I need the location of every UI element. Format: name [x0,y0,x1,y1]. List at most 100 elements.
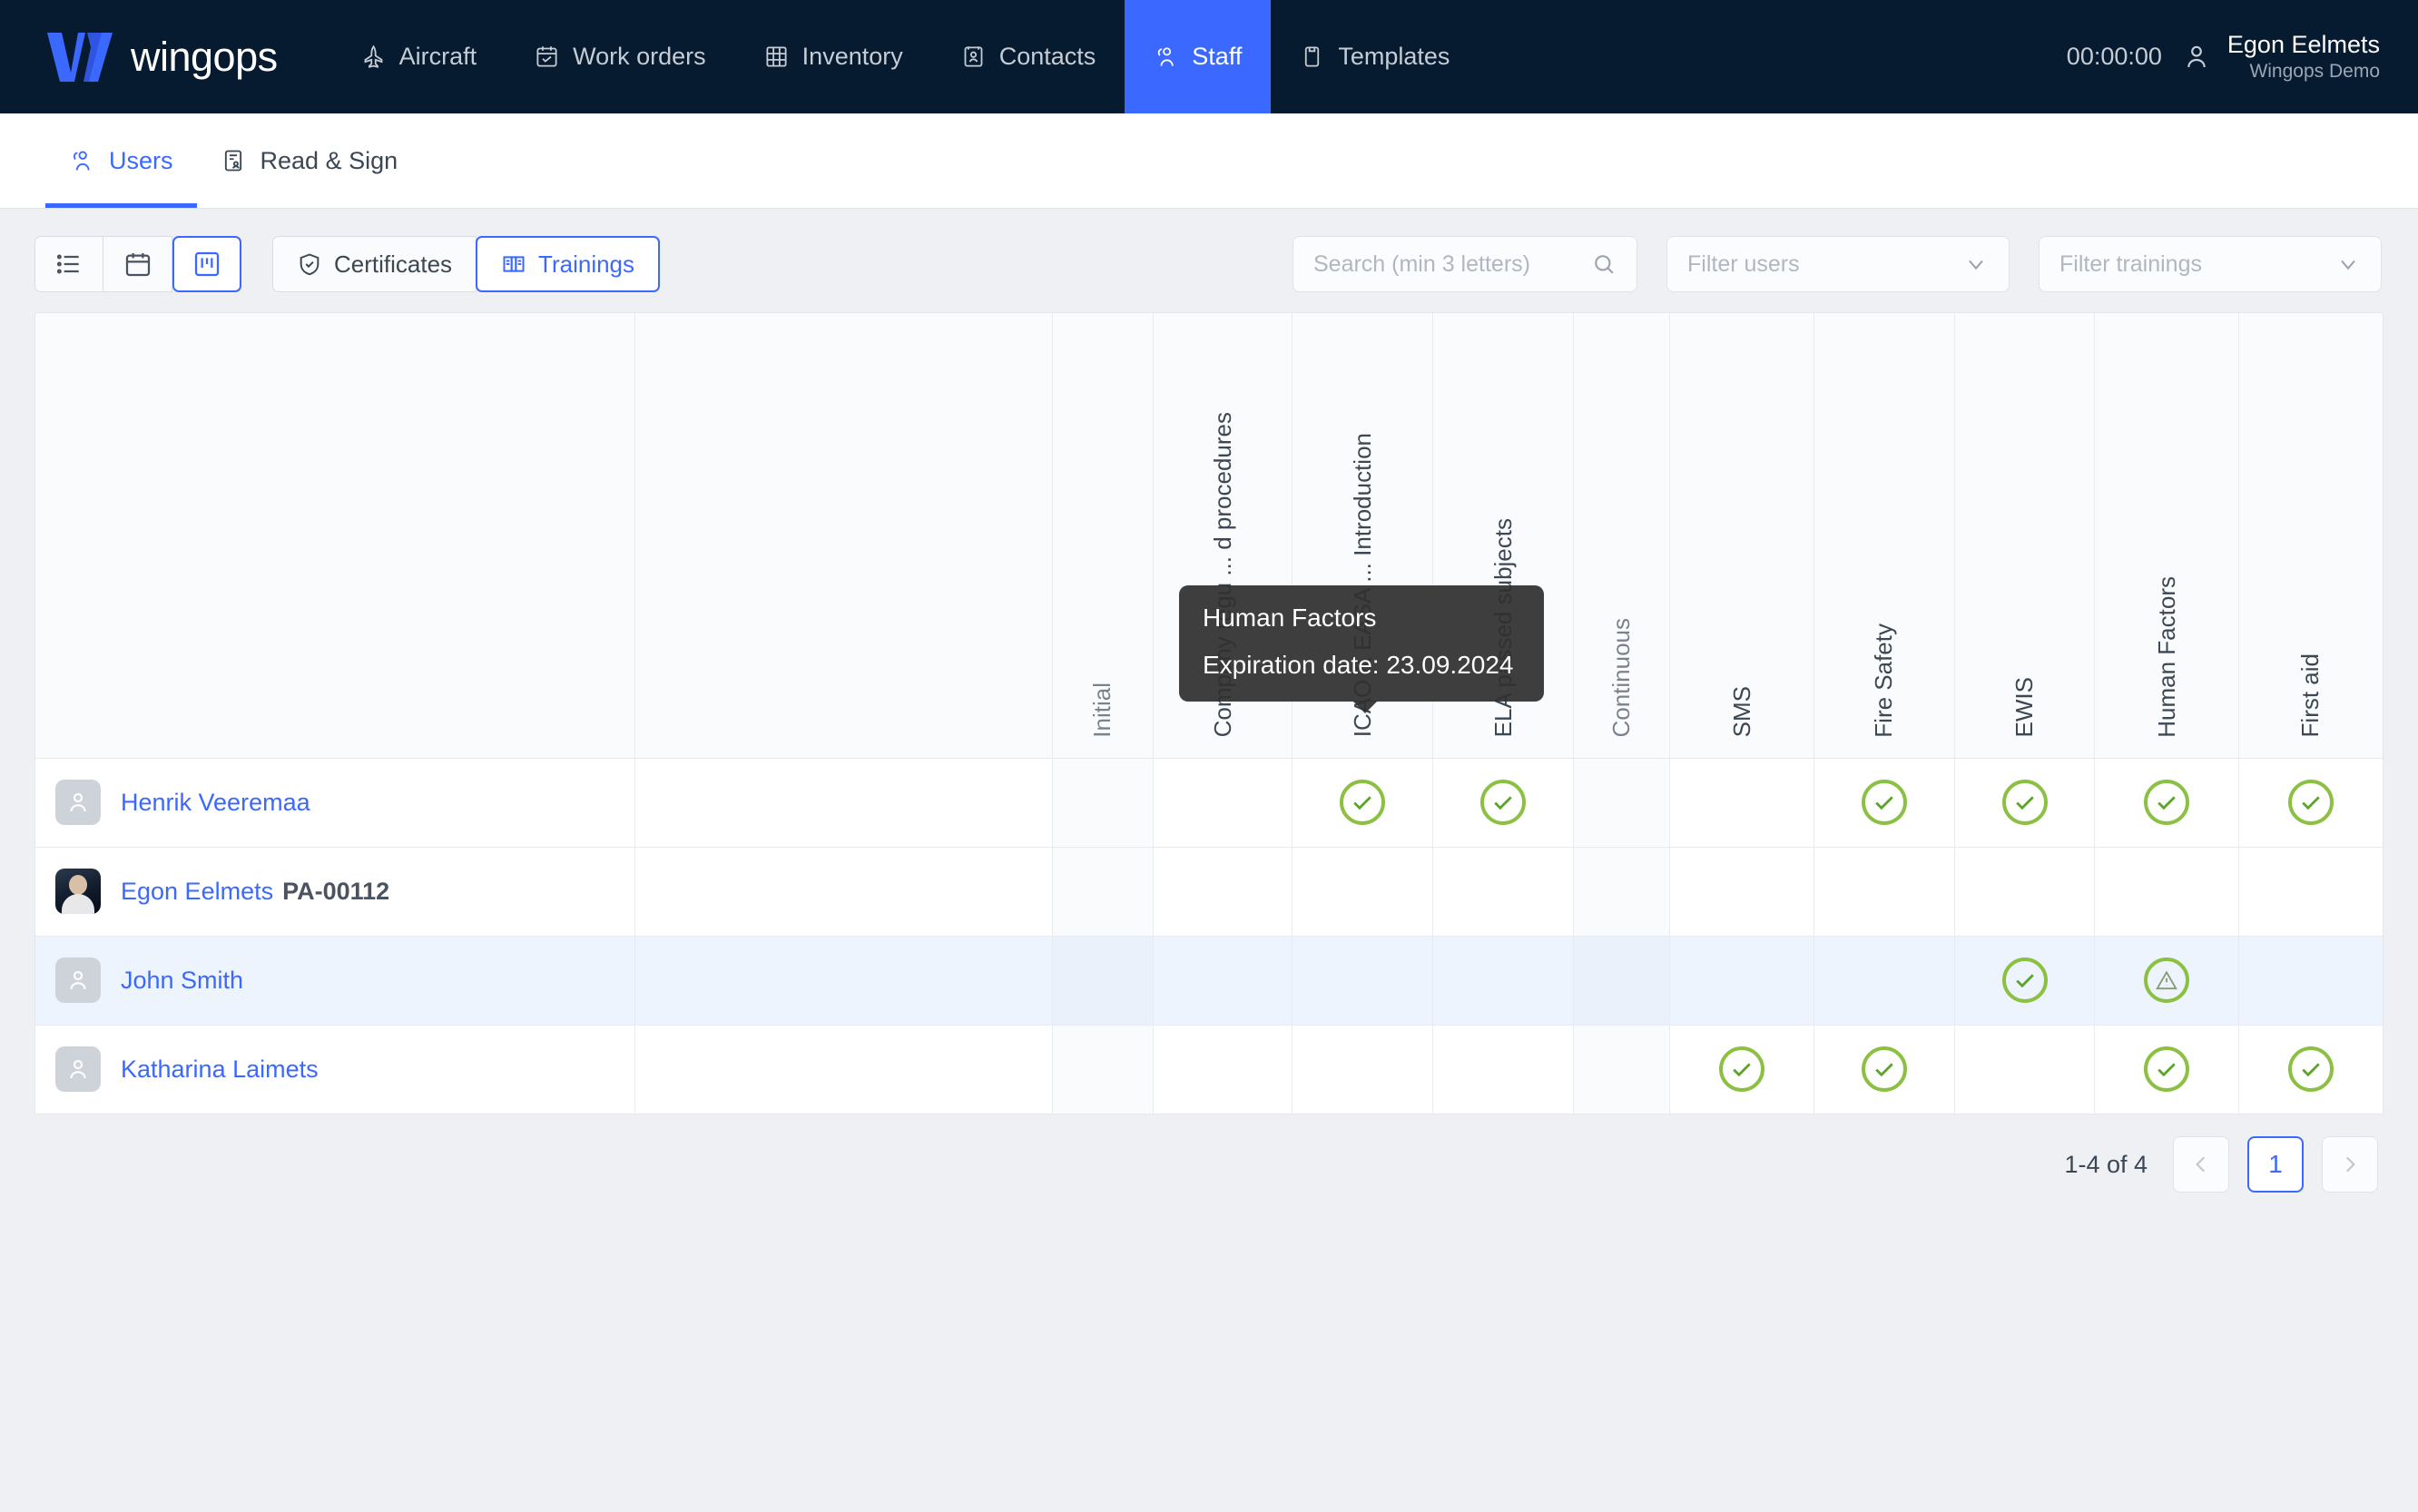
search-input[interactable] [1313,250,1582,278]
status-check-icon[interactable] [2144,780,2190,825]
read-sign-icon [224,150,241,172]
chevron-left-icon [2196,1156,2206,1173]
cell-ewis[interactable] [1954,847,2096,937]
chevron-down-icon[interactable] [1963,251,1989,277]
status-check-icon[interactable] [1480,780,1527,825]
table-row[interactable]: John Smith [35,936,2383,1026]
user-name-link[interactable]: John Smith [121,967,243,994]
cell-human[interactable] [2094,936,2239,1026]
status-check-icon[interactable] [2001,780,2048,825]
table-row[interactable]: Katharina Laimets [35,1025,2383,1114]
cell-continuous [1573,936,1671,1026]
cell-ela[interactable] [1432,847,1575,937]
col-header-fire-safety: Fire Safety [1814,313,1955,759]
filter-trainings-select[interactable]: Filter trainings [2039,236,2382,292]
cell-firstaid[interactable] [2238,1025,2383,1114]
cell-fire[interactable] [1814,847,1955,937]
cell-blank1 [634,758,1053,848]
cell-ela[interactable] [1432,758,1575,848]
status-check-icon[interactable] [2001,957,2048,1003]
user-cell: John Smith [35,936,636,1026]
status-check-icon[interactable] [1861,780,1907,825]
certificates-button[interactable]: Certificates [272,236,477,292]
status-check-icon[interactable] [1861,1046,1907,1093]
nav-item-inventory[interactable]: Inventory [735,0,932,113]
status-check-icon[interactable] [2144,1046,2190,1093]
next-page-button[interactable] [2322,1136,2378,1193]
cell-firstaid[interactable] [2238,758,2383,848]
search-icon[interactable] [1591,251,1617,277]
cell-company[interactable] [1153,758,1293,848]
cell-firstaid[interactable] [2238,847,2383,937]
cell-initial [1052,936,1155,1026]
cell-firstaid[interactable] [2238,936,2383,1026]
tooltip-title: Human Factors [1203,604,1377,632]
board-view-button[interactable] [172,236,241,292]
cell-icao[interactable] [1292,1025,1434,1114]
calendar-view-button[interactable] [103,236,172,292]
cell-sms[interactable] [1669,936,1814,1026]
cell-ewis[interactable] [1954,936,2096,1026]
status-warning-icon[interactable] [2144,957,2190,1003]
user-name-link[interactable]: Katharina Laimets [121,1055,319,1083]
table-row[interactable]: Henrik Veeremaa [35,758,2383,848]
cell-human[interactable] [2094,847,2239,937]
clock-value: 00:00:00 [2066,43,2162,70]
cell-icao[interactable] [1292,758,1434,848]
trainings-button[interactable]: Trainings [476,236,661,292]
prev-page-button[interactable] [2173,1136,2229,1193]
cell-icao[interactable] [1292,847,1434,937]
col-header-initial: Initial [1052,313,1155,759]
cell-human[interactable] [2094,1025,2239,1114]
nav-item-aircraft[interactable]: Aircraft [332,0,506,113]
status-check-icon[interactable] [1719,1046,1764,1093]
session-timer[interactable]: 00:00:00 [2052,43,2162,71]
cell-ela[interactable] [1432,936,1575,1026]
user-menu[interactable]: Egon Eelmets Wingops Demo [2182,30,2380,83]
user-name-link[interactable]: Henrik Veeremaa [121,789,310,816]
cell-company[interactable] [1153,847,1293,937]
page-number-1[interactable]: 1 [2247,1136,2304,1193]
view-switcher [34,236,241,292]
col-header-ewis: EWIS [1954,313,2096,759]
user-cell: Egon Eelmets PA-00112 [35,847,636,937]
nav-item-staff[interactable]: Staff [1125,0,1272,113]
chevron-down-icon[interactable] [2335,251,2361,277]
tooltip-expiration: Expiration date: 23.09.2024 [1203,651,1514,679]
training-tooltip: Human Factors Expiration date: 23.09.202… [1179,585,1544,713]
status-check-icon[interactable] [2287,1046,2334,1093]
cell-initial [1052,847,1155,937]
nav-item-work-orders[interactable]: Work orders [506,0,735,113]
cell-company[interactable] [1153,936,1293,1026]
cell-ewis[interactable] [1954,758,2096,848]
staff-icon [1158,47,1175,66]
nav-item-contacts[interactable]: Contacts [932,0,1125,113]
cell-sms[interactable] [1669,847,1814,937]
cell-fire[interactable] [1814,936,1955,1026]
status-check-icon[interactable] [2287,780,2334,825]
cell-ewis[interactable] [1954,1025,2096,1114]
brand-logo-area[interactable]: wingops [0,0,332,113]
cell-sms[interactable] [1669,758,1814,848]
sub-tab-bar: Users Read & Sign [0,113,2418,209]
list-view-button[interactable] [34,236,103,292]
filter-users-select[interactable]: Filter users [1666,236,2010,292]
cell-company[interactable] [1153,1025,1293,1114]
cell-ela[interactable] [1432,1025,1575,1114]
table-row[interactable]: Egon Eelmets PA-00112 [35,847,2383,937]
search-field[interactable] [1293,236,1637,292]
tab-users[interactable]: Users [45,113,197,208]
status-check-icon[interactable] [1340,780,1386,825]
cell-human[interactable] [2094,758,2239,848]
matrix-body: Henrik Veeremaa Egon Eelmets PA-00112 John … [35,758,2383,1114]
nav-label-inventory: Inventory [801,43,903,70]
nav-item-templates[interactable]: Templates [1271,0,1479,113]
cell-fire[interactable] [1814,758,1955,848]
tab-read-and-sign[interactable]: Read & Sign [197,113,422,208]
shield-check-icon [300,253,319,276]
user-name-link[interactable]: Egon Eelmets [121,878,273,905]
cell-fire[interactable] [1814,1025,1955,1114]
trainings-matrix-table: Initial Company regu ... d procedures IC… [34,312,2384,1114]
cell-icao[interactable] [1292,936,1434,1026]
cell-sms[interactable] [1669,1025,1814,1114]
